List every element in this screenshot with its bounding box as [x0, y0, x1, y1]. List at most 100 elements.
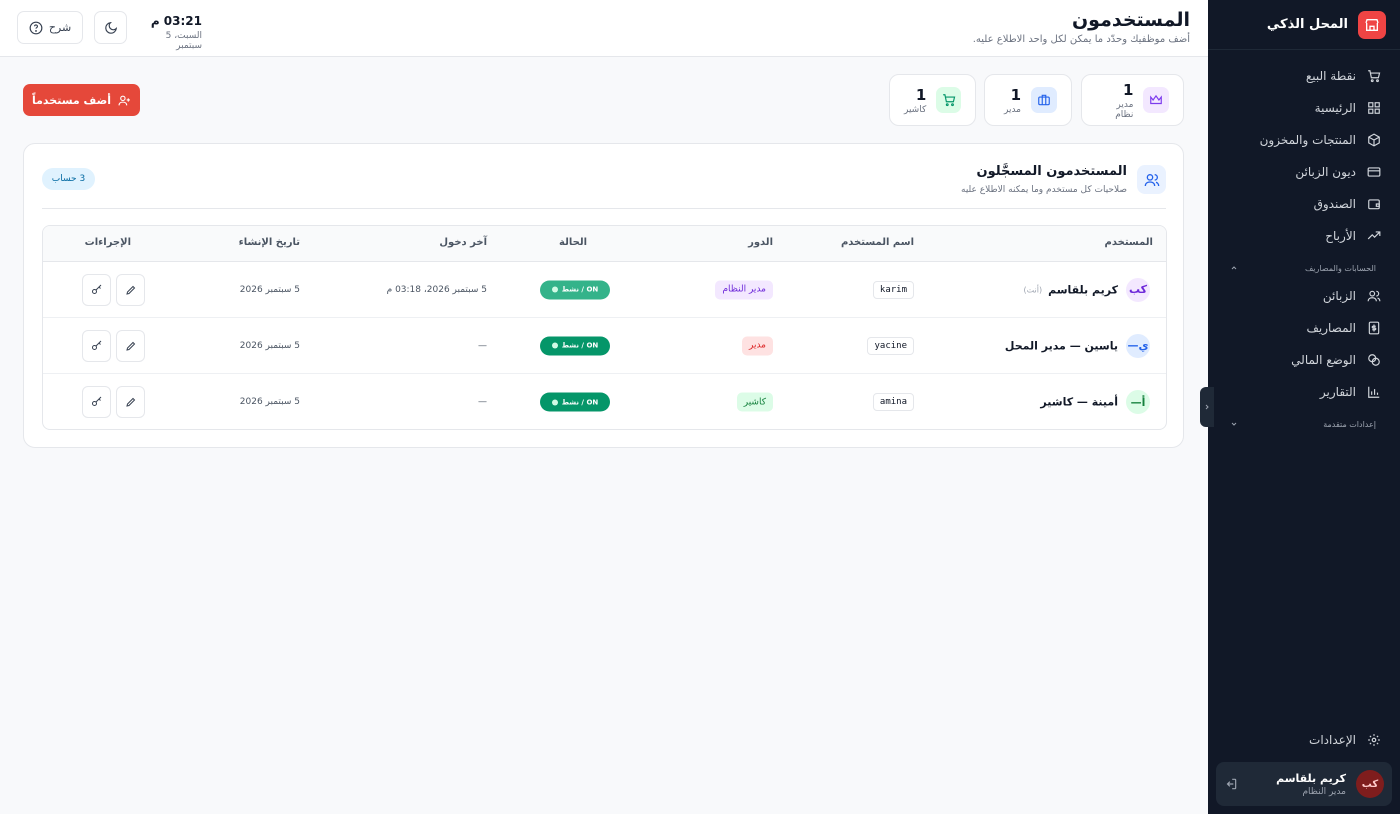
reset-password-button[interactable] — [82, 386, 111, 418]
sidebar-item-label: الأرباح — [1325, 229, 1356, 243]
users-table: المستخدم اسم المستخدم الدور الحالة آخر د… — [42, 225, 1167, 430]
sidebar-item-label: نقطة البيع — [1305, 69, 1356, 83]
sidebar-item-cashbox[interactable]: الصندوق — [1208, 188, 1400, 220]
sidebar-item-expenses[interactable]: المصاريف — [1208, 312, 1400, 344]
sidebar-item-reports[interactable]: التقارير — [1208, 376, 1400, 408]
col-role: الدور — [748, 237, 773, 248]
status-label: ON / نشط — [561, 341, 599, 350]
sidebar-item-settings[interactable]: الإعدادات — [1208, 724, 1400, 756]
count-badge: 3 حساب — [42, 168, 95, 190]
help-button[interactable]: شرح — [17, 11, 83, 44]
edit-user-button[interactable] — [116, 386, 145, 418]
grid-icon — [1366, 100, 1382, 116]
chevron-down-icon — [1230, 420, 1238, 428]
sidebar-item-debts[interactable]: ديون الزبائن — [1208, 156, 1400, 188]
avatar: أ— — [1126, 390, 1150, 414]
sidebar-item-label: المنتجات والمخزون — [1259, 133, 1356, 147]
current-user-card: كب كريم بلقاسم مدير النظام — [1216, 762, 1392, 806]
col-created: تاريخ الإنشاء — [238, 237, 300, 248]
current-user-info: كريم بلقاسم مدير النظام — [1248, 772, 1346, 797]
sidebar-item-finance[interactable]: الوضع المالي — [1208, 344, 1400, 376]
role-badge: كاشير — [736, 392, 773, 412]
page-title: المستخدمون — [1071, 9, 1190, 31]
sidebar-item-customers[interactable]: الزبائن — [1208, 280, 1400, 312]
cart-icon — [1366, 68, 1382, 84]
dollar-icon — [1366, 320, 1382, 336]
bar-chart-icon — [1366, 384, 1382, 400]
created-date: 5 سبتمبر 2026 — [239, 397, 300, 407]
col-last-login: آخر دخول — [439, 237, 487, 248]
add-user-button[interactable]: أضف مستخدماً — [23, 84, 140, 116]
brand[interactable]: المحل الذكي — [1208, 0, 1400, 50]
briefcase-icon — [1031, 87, 1057, 113]
avatar: كب — [1356, 770, 1384, 798]
table-header: المستخدم اسم المستخدم الدور الحالة آخر د… — [43, 226, 1166, 262]
col-status: الحالة — [559, 237, 587, 248]
user-name: أمينة — كاشير — [1040, 396, 1118, 409]
key-icon — [91, 284, 103, 296]
status-toggle[interactable]: ON / نشط — [540, 392, 610, 412]
pencil-icon — [125, 284, 137, 296]
coins-icon — [1366, 352, 1382, 368]
status-dot — [551, 342, 558, 349]
table-row: كب كريم بلقاسم (أنت) karim مدير النظام O… — [43, 262, 1166, 318]
status-dot — [551, 399, 558, 405]
topbar: المستخدمون أضف موظفيك وحدّد ما يمكن لكل … — [0, 0, 1208, 57]
sidebar-item-label: الزبائن — [1322, 289, 1356, 303]
username-chip: amina — [872, 393, 914, 411]
card-title: المستخدمون المسجَّلون — [976, 164, 1128, 179]
last-login: — — [478, 397, 487, 407]
nav-group-advanced[interactable]: إعدادات متقدمة — [1208, 412, 1400, 436]
stat-count: 1 — [1123, 80, 1134, 99]
nav-group-label: الحسابات والمصاريف — [1304, 263, 1376, 273]
stat-text: 1 كاشير — [904, 86, 926, 115]
last-login: 5 سبتمبر 2026، 03:18 م — [386, 284, 487, 295]
user-name-text: أمينة — كاشير — [1040, 395, 1118, 409]
created-date: 5 سبتمبر 2026 — [239, 340, 300, 351]
theme-toggle-button[interactable] — [94, 11, 127, 44]
sidebar-item-label: ديون الزبائن — [1295, 165, 1356, 179]
role-badge: مدير — [741, 336, 773, 355]
sidebar-item-pos[interactable]: نقطة البيع — [1208, 60, 1400, 92]
sidebar-item-products[interactable]: المنتجات والمخزون — [1208, 124, 1400, 156]
gear-icon — [1366, 732, 1382, 748]
clock-time: 03:21 م — [150, 14, 202, 28]
status-toggle[interactable]: ON / نشط — [540, 280, 610, 299]
edit-user-button[interactable] — [116, 329, 145, 362]
moon-icon — [104, 21, 118, 35]
current-user-role: مدير النظام — [1302, 786, 1346, 797]
status-toggle[interactable]: ON / نشط — [540, 336, 610, 355]
users-card: المستخدمون المسجَّلون صلاحيات كل مستخدم … — [23, 143, 1184, 448]
sidebar: المحل الذكي نقطة البيع الرئيسية المنتجات… — [1208, 0, 1400, 814]
sidebar-item-home[interactable]: الرئيسية — [1208, 92, 1400, 124]
sidebar-item-profits[interactable]: الأرباح — [1208, 220, 1400, 252]
created-date: 5 سبتمبر 2026 — [239, 284, 300, 295]
table-row: ي— ياسين — مدير المحل yacine مدير ON / ن… — [43, 318, 1166, 374]
store-icon — [1358, 10, 1386, 39]
col-user: المستخدم — [1104, 237, 1153, 248]
card-icon — [1366, 164, 1382, 180]
edit-user-button[interactable] — [116, 273, 145, 306]
reset-password-button[interactable] — [82, 273, 111, 306]
help-button-label: شرح — [48, 21, 72, 34]
logout-icon[interactable] — [1224, 777, 1238, 791]
sidebar-item-label: الرئيسية — [1314, 101, 1356, 115]
key-icon — [91, 396, 103, 408]
table-row: أ— أمينة — كاشير amina كاشير ON / نشط — … — [43, 374, 1166, 429]
sidebar-settings-area: الإعدادات — [1208, 724, 1400, 756]
users-icon — [1366, 288, 1382, 304]
user-name-text: ياسين — مدير المحل — [1004, 339, 1118, 352]
stat-label: مدير نظام — [1115, 99, 1134, 120]
sidebar-item-label: التقارير — [1319, 385, 1356, 399]
you-tag: (أنت) — [1023, 285, 1043, 294]
col-username: اسم المستخدم — [840, 237, 914, 248]
current-user-name: كريم بلقاسم — [1276, 771, 1346, 785]
username-chip: karim — [872, 280, 914, 299]
sidebar-item-label: الإعدادات — [1309, 733, 1356, 747]
nav-group-accounts[interactable]: الحسابات والمصاريف — [1208, 256, 1400, 280]
question-icon — [29, 21, 43, 35]
stat-count: 1 — [1010, 85, 1021, 104]
reset-password-button[interactable] — [82, 329, 111, 362]
crown-icon — [1143, 87, 1169, 113]
sidebar-item-label: الوضع المالي — [1291, 353, 1356, 367]
